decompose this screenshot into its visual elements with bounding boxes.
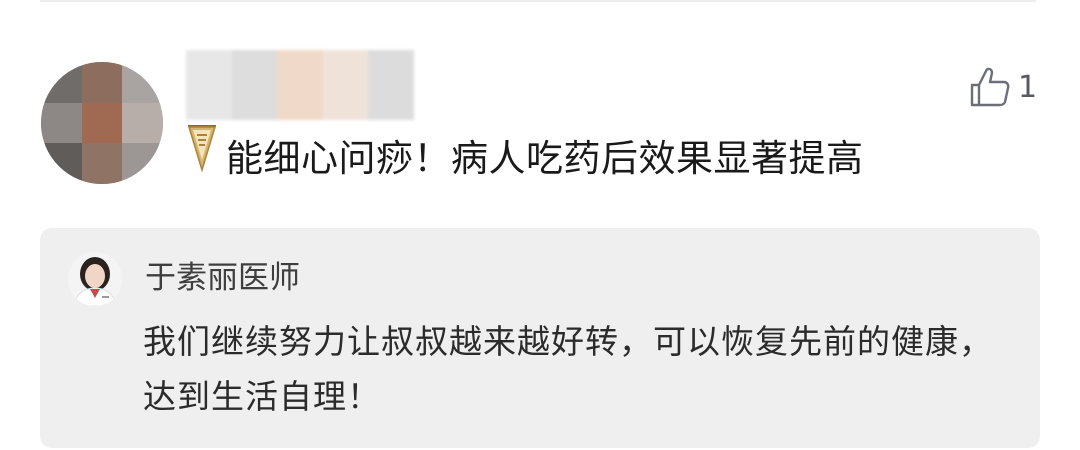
pennant-badge-icon <box>187 125 217 172</box>
like-button[interactable]: 1 <box>968 64 1037 110</box>
author-reply-card: 于素丽医师 我们继续努力让叔叔越来越好转，可以恢复先前的健康，达到生活自理！ <box>40 228 1040 448</box>
reply-text: 我们继续努力让叔叔越来越好转，可以恢复先前的健康，达到生活自理！ <box>143 322 993 416</box>
thumbs-up-icon[interactable] <box>968 65 1012 109</box>
reply-author-name[interactable]: 于素丽医师 <box>145 256 300 300</box>
comment-text: 能细心问痧！病人吃药后效果显著提高 <box>226 137 864 180</box>
doctor-avatar-image <box>68 252 122 306</box>
like-count: 1 <box>1018 69 1038 105</box>
top-divider <box>40 0 1036 2</box>
commenter-name-blurred <box>186 50 414 120</box>
doctor-avatar[interactable] <box>68 252 122 306</box>
commenter-avatar[interactable] <box>41 62 163 184</box>
